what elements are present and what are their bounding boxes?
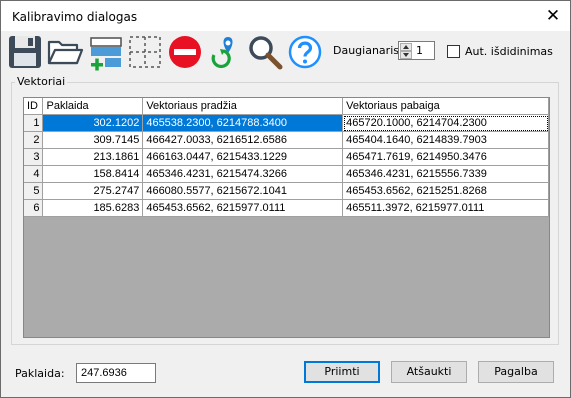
- table-row[interactable]: 6 185.6283 465453.6562, 6215977.0111 465…: [24, 199, 549, 217]
- grid-header-row: ID Paklaida Vektoriaus pradžia Vektoriau…: [24, 98, 549, 115]
- row-error[interactable]: 158.8414: [42, 165, 144, 183]
- row-end[interactable]: 465471.7619, 6214950.3476: [342, 148, 549, 166]
- table-row[interactable]: 4 158.8414 465346.4231, 6215474.3266 465…: [24, 165, 549, 183]
- add-row-icon[interactable]: [87, 33, 125, 71]
- error-value-field[interactable]: 247.6936: [76, 363, 156, 383]
- calibration-dialog: Kalibravimo dialogas ✕ Daugianaris 1 Aut…: [0, 0, 571, 398]
- table-row[interactable]: 5 275.2747 466080.5577, 6215672.1041 465…: [24, 182, 549, 200]
- column-header-id[interactable]: ID: [24, 98, 44, 115]
- column-header-end[interactable]: Vektoriaus pabaiga: [342, 98, 549, 115]
- select-region-icon[interactable]: [126, 33, 164, 71]
- row-error[interactable]: 185.6283: [42, 199, 144, 217]
- spin-up-button[interactable]: [400, 43, 412, 51]
- row-id: 2: [24, 131, 44, 149]
- search-icon[interactable]: [246, 33, 284, 71]
- table-row[interactable]: 1 302.1202 465538.2300, 6214788.3400 465…: [24, 114, 549, 132]
- open-folder-icon[interactable]: [46, 33, 84, 71]
- row-end[interactable]: 465720.1000, 6214704.2300: [342, 114, 549, 132]
- row-end[interactable]: 465346.4231, 6215556.7339: [342, 165, 549, 183]
- spin-down-button[interactable]: [400, 51, 412, 59]
- column-header-error[interactable]: Paklaida: [42, 98, 144, 115]
- accept-button[interactable]: Priimti: [304, 361, 380, 383]
- delete-icon[interactable]: [166, 33, 204, 71]
- row-end[interactable]: 465404.1640, 6214839.7903: [342, 131, 549, 149]
- help-button[interactable]: Pagalba: [478, 361, 554, 383]
- row-start[interactable]: 466427.0033, 6216512.6586: [142, 131, 344, 149]
- cancel-button[interactable]: Atšaukti: [391, 361, 467, 383]
- row-error[interactable]: 302.1202: [42, 114, 144, 132]
- row-error[interactable]: 309.7145: [42, 131, 144, 149]
- column-header-start[interactable]: Vektoriaus pradžia: [142, 98, 344, 115]
- row-start[interactable]: 465538.2300, 6214788.3400: [142, 114, 344, 132]
- degree-spinner[interactable]: 1: [398, 41, 435, 60]
- save-icon[interactable]: [6, 33, 44, 71]
- error-label: Paklaida:: [15, 367, 65, 380]
- row-start[interactable]: 465453.6562, 6215977.0111: [142, 199, 344, 217]
- vectors-grid[interactable]: ID Paklaida Vektoriaus pradžia Vektoriau…: [23, 97, 550, 338]
- table-row[interactable]: 2 309.7145 466427.0033, 6216512.6586 465…: [24, 131, 549, 149]
- row-id: 6: [24, 199, 44, 217]
- row-end[interactable]: 465511.3972, 6215977.0111: [342, 199, 549, 217]
- row-end[interactable]: 465453.6562, 6215251.8268: [342, 182, 549, 200]
- row-error[interactable]: 275.2747: [42, 182, 144, 200]
- row-id: 1: [24, 114, 44, 132]
- row-error[interactable]: 213.1861: [42, 148, 144, 166]
- window-title: Kalibravimo dialogas: [12, 10, 138, 24]
- title-bar: Kalibravimo dialogas ✕: [1, 1, 570, 31]
- close-icon[interactable]: ✕: [536, 1, 570, 31]
- auto-smooth-label[interactable]: Aut. išdidinimas: [465, 45, 553, 58]
- table-row[interactable]: 3 213.1861 466163.0447, 6215433.1229 465…: [24, 148, 549, 166]
- help-icon[interactable]: [286, 33, 324, 71]
- row-start[interactable]: 465346.4231, 6215474.3266: [142, 165, 344, 183]
- degree-value[interactable]: 1: [416, 44, 423, 57]
- row-id: 5: [24, 182, 44, 200]
- row-id: 3: [24, 148, 44, 166]
- refresh-location-icon[interactable]: [206, 33, 244, 71]
- row-id: 4: [24, 165, 44, 183]
- auto-smooth-checkbox[interactable]: [447, 45, 460, 58]
- degree-label: Daugianaris: [333, 44, 399, 57]
- row-start[interactable]: 466080.5577, 6215672.1041: [142, 182, 344, 200]
- row-start[interactable]: 466163.0447, 6215433.1229: [142, 148, 344, 166]
- vectors-group-title: Vektoriai: [15, 75, 68, 88]
